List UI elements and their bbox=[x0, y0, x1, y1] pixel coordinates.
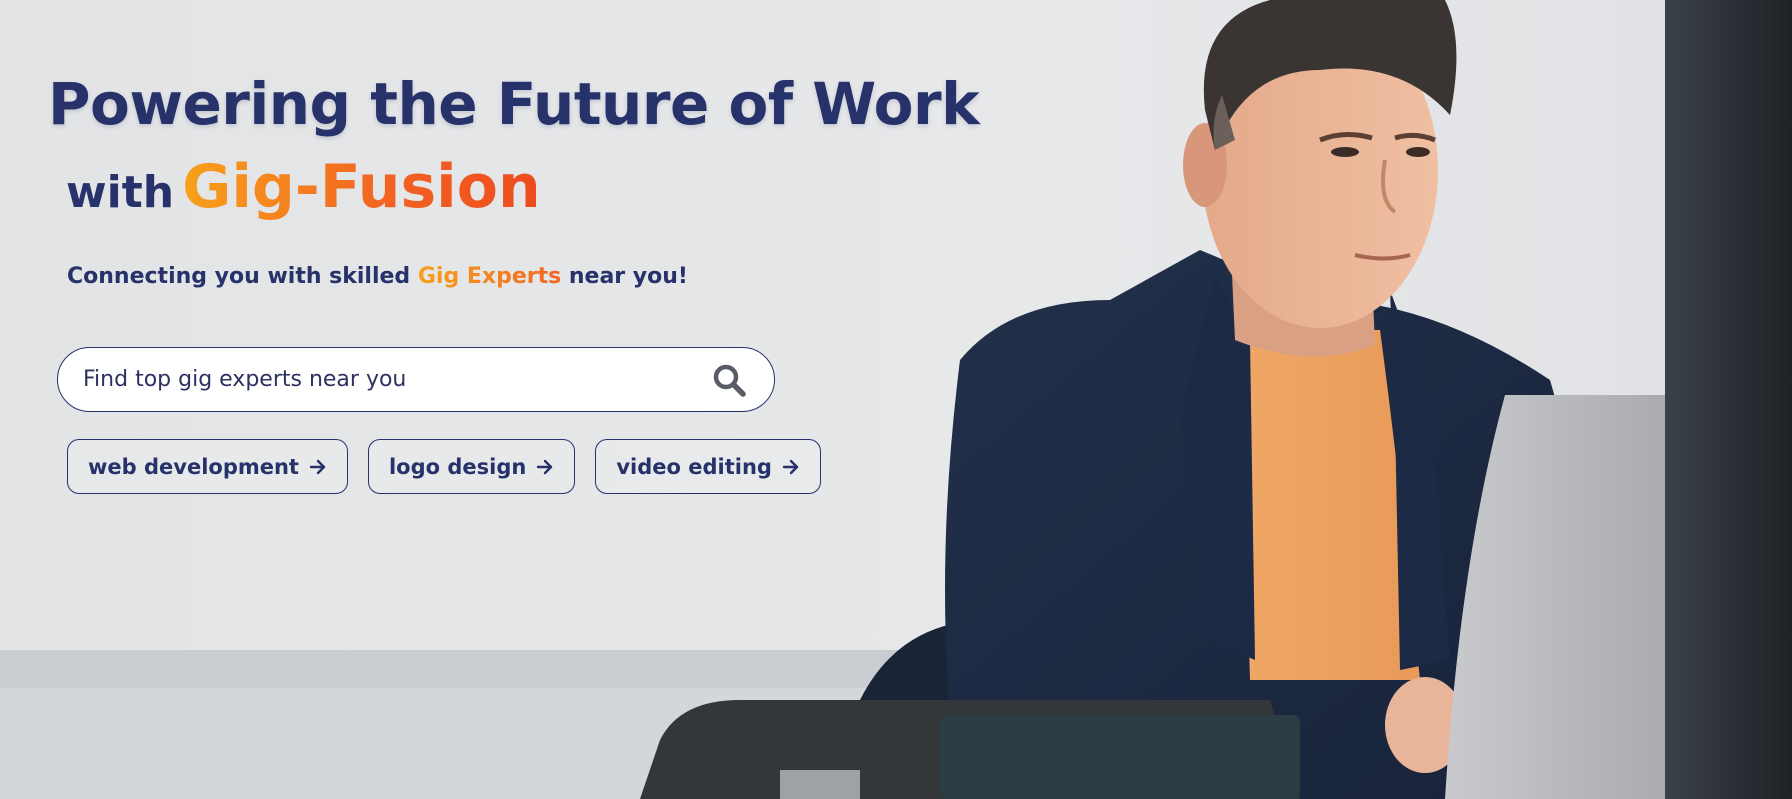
chip-logo-design[interactable]: logo design bbox=[367, 439, 576, 494]
tagline-accent: Gig Experts bbox=[417, 264, 562, 289]
headline-title: Powering the Future of Work bbox=[48, 70, 980, 138]
chip-label: video editing bbox=[616, 454, 772, 479]
headline-subtitle: with Gig-Fusion bbox=[66, 152, 541, 222]
search-icon[interactable] bbox=[710, 361, 748, 399]
arrow-right-icon bbox=[782, 458, 800, 476]
headline-with-text: with bbox=[66, 167, 175, 218]
search-bar bbox=[57, 347, 775, 412]
arrow-right-icon bbox=[309, 458, 327, 476]
chip-label: logo design bbox=[388, 454, 527, 479]
tagline-text-start: Connecting you with skilled bbox=[67, 264, 418, 289]
chip-video-editing[interactable]: video editing bbox=[595, 439, 821, 494]
hero-section: Powering the Future of Work with Gig-Fusi… bbox=[0, 0, 1792, 799]
brand-name: Gig-Fusion bbox=[182, 152, 541, 222]
quick-links: web development logo design video editin… bbox=[67, 439, 821, 494]
tagline-text-end: near you! bbox=[561, 264, 688, 289]
arrow-right-icon bbox=[536, 458, 554, 476]
tagline: Connecting you with skilled Gig Experts … bbox=[67, 264, 688, 289]
chip-label: web development bbox=[88, 454, 299, 479]
search-input[interactable] bbox=[83, 359, 710, 400]
chip-web-development[interactable]: web development bbox=[67, 439, 348, 494]
